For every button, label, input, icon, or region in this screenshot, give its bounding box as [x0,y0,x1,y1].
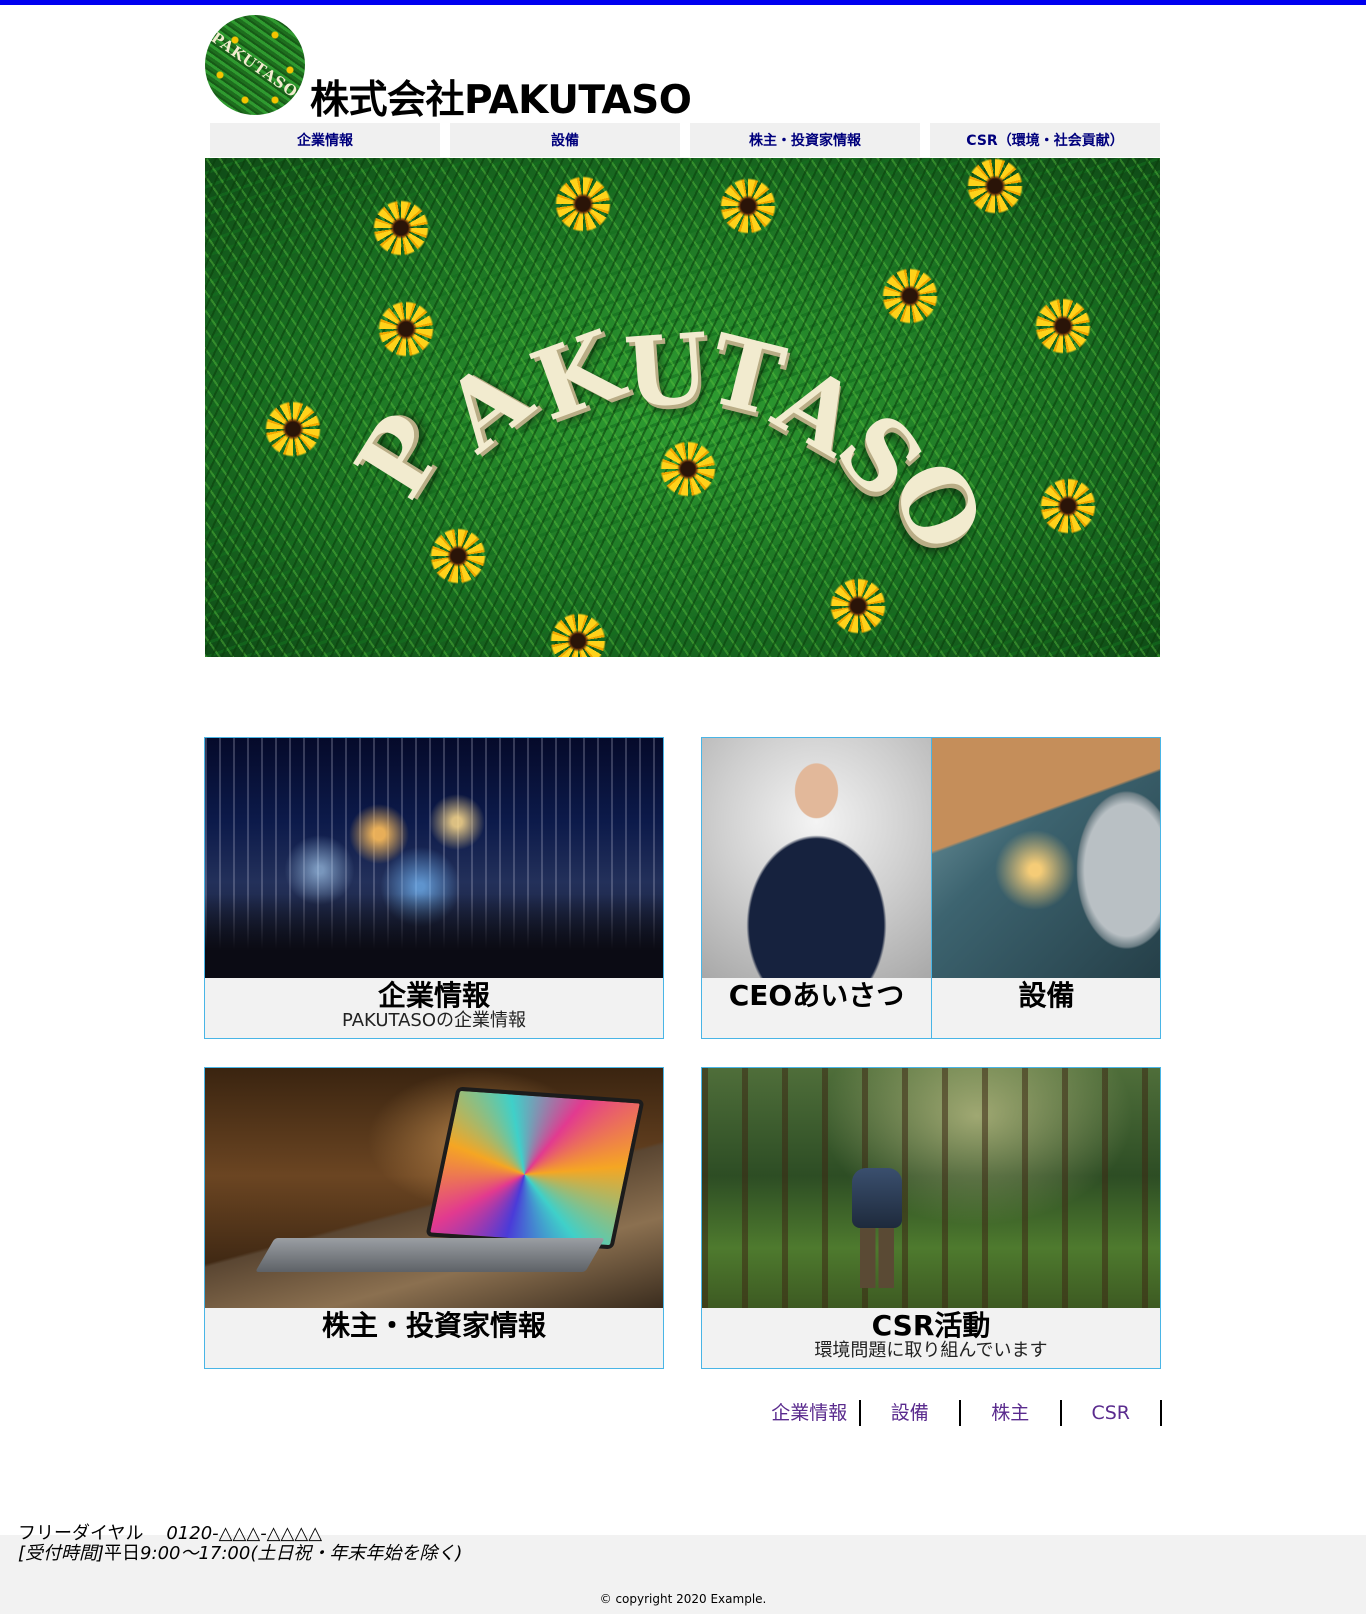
hero-image: P A K U T A S O [205,158,1160,657]
card-csr[interactable]: CSR活動 環境問題に取り組んでいます [701,1067,1161,1369]
sunflower [373,200,429,256]
footer-link-equipment[interactable]: 設備 [861,1400,961,1426]
card-title-ceo-greeting[interactable]: CEOあいさつ [702,980,931,1012]
forest-hiker-image [702,1068,1160,1308]
sunflower [660,441,716,497]
card-title: 企業情報 [377,979,490,1012]
card-subtitle: 環境問題に取り組んでいます [814,1340,1048,1361]
card-title-equipment[interactable]: 設備 [932,980,1160,1012]
free-dial-label: フリーダイヤル [18,1523,144,1544]
nav-item-csr[interactable]: CSR（環境・社会貢献） [930,123,1160,157]
sunflower [882,268,938,324]
sunflower [720,178,776,234]
nav-item-investor-info[interactable]: 株主・投資家情報 [690,123,920,157]
laptop-screen [425,1086,645,1250]
laptop-image [205,1068,663,1308]
card-investor-info[interactable]: 株主・投資家情報 [204,1067,664,1369]
free-dial-line: フリーダイヤル 0120-△△△-△△△△ [18,1524,462,1544]
copyright: © copyright 2020 Example. [599,1592,767,1606]
factory-night-image [205,738,663,978]
card-title: CSR活動 [871,1309,991,1342]
sunflower [265,401,321,457]
sunflower [830,578,886,634]
sunflower [967,158,1023,214]
sunflower [550,613,606,657]
sunflower [555,176,611,232]
sunflower [430,528,486,584]
free-dial-number[interactable]: 0120-△△△-△△△△ [166,1523,322,1544]
contact-info: フリーダイヤル 0120-△△△-△△△△ [受付時間]平日9:00～17:00… [18,1524,462,1564]
card-subtitle: PAKUTASOの企業情報 [341,1010,527,1031]
logo-text: PAKUTASO [208,28,302,102]
sunflower [1035,298,1091,354]
card-ceo-and-equipment: CEOあいさつ 設備 [701,737,1161,1039]
hero-letter: P [333,395,468,517]
grinder-sparks-image[interactable] [932,738,1160,978]
hiker-backpack [852,1168,902,1228]
top-accent-bar [0,0,1366,5]
hours-days: 平日 [104,1543,141,1564]
main-nav: 企業情報 設備 株主・投資家情報 CSR（環境・社会貢献） [210,123,1160,157]
footer-link-csr[interactable]: CSR [1062,1400,1162,1426]
hiker-legs [860,1228,894,1288]
hours-note: (土日祝・年末年始を除く) [250,1543,463,1564]
nav-item-company-info[interactable]: 企業情報 [210,123,440,157]
company-name: 株式会社PAKUTASO [310,78,692,123]
company-logo[interactable]: PAKUTASO [205,15,305,115]
hours-time: 9:00～17:00 [140,1543,251,1564]
laptop-keyboard [255,1238,605,1272]
card-title: 株主・投資家情報 [321,1309,546,1342]
footer-link-shareholders[interactable]: 株主 [961,1400,1062,1426]
footer-nav: 企業情報 設備 株主 CSR [760,1400,1162,1426]
footer-link-company-info[interactable]: 企業情報 [760,1400,861,1426]
card-company-info[interactable]: 企業情報 PAKUTASOの企業情報 [204,737,664,1039]
hero-letter: U [621,311,713,430]
hours-label: [受付時間] [18,1543,105,1564]
ceo-portrait-image[interactable] [702,738,931,978]
sunflower [378,301,434,357]
nav-item-equipment[interactable]: 設備 [450,123,680,157]
sunflower [1040,478,1096,534]
hours-line: [受付時間]平日9:00～17:00(土日祝・年末年始を除く) [18,1544,462,1564]
